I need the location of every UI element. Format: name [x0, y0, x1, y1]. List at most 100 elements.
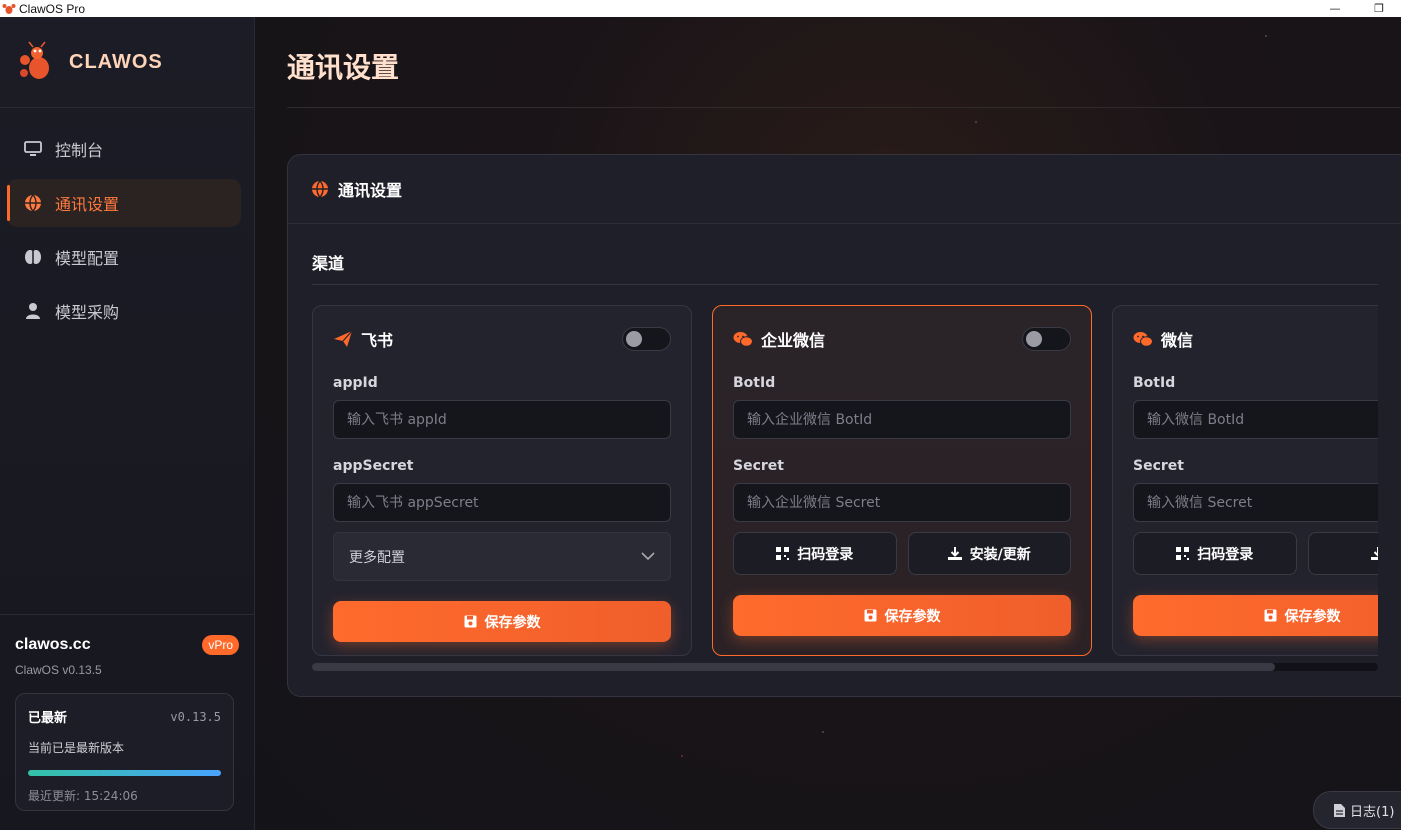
sidebar-item-label: 通讯设置 — [55, 195, 120, 214]
install-update-label: 安装/更新 — [969, 546, 1031, 563]
user-icon — [24, 302, 42, 320]
app-version: ClawOS v0.13.5 — [15, 663, 102, 677]
sidebar-footer: clawos.cc vPro ClawOS v0.13.5 已最新 v0.13.… — [0, 614, 254, 830]
globe-icon — [311, 180, 329, 198]
field-label: appId — [333, 375, 378, 391]
lobster-app-icon — [1, 2, 17, 16]
wecom-secret-input[interactable] — [733, 483, 1071, 522]
divider — [287, 107, 1401, 108]
horizontal-scrollbar[interactable] — [312, 663, 1378, 671]
window-title: ClawOS Pro — [19, 1, 86, 16]
update-progress-bar — [28, 770, 221, 776]
scan-login-label: 扫码登录 — [797, 546, 854, 563]
wechat-icon — [1133, 329, 1153, 349]
more-config-label: 更多配置 — [349, 549, 405, 566]
install-update-button[interactable]: 安 — [1307, 532, 1378, 575]
save-params-label: 保存参数 — [484, 614, 541, 631]
minimize-button[interactable]: — — [1313, 0, 1357, 17]
update-progress-fill — [28, 770, 221, 776]
brand: CLAWOS — [0, 17, 254, 108]
wecom-botid-input[interactable] — [733, 400, 1071, 439]
globe-icon — [24, 194, 42, 212]
sidebar-item-label: 控制台 — [55, 141, 104, 160]
chevron-down-icon — [641, 549, 655, 565]
qr-code-icon — [776, 547, 790, 560]
sidebar-item-model-config[interactable]: 模型配置 — [7, 233, 241, 281]
qr-code-icon — [1176, 547, 1190, 560]
star-decoration — [681, 755, 683, 757]
save-icon — [464, 615, 477, 628]
sidebar-item-console[interactable]: 控制台 — [7, 125, 241, 173]
section-title-channels: 渠道 — [312, 254, 345, 273]
field-label: BotId — [1133, 375, 1176, 391]
window-titlebar: ClawOS Pro — ❐ — [0, 0, 1401, 17]
save-params-label: 保存参数 — [884, 608, 941, 625]
site-domain[interactable]: clawos.cc — [15, 636, 91, 654]
more-config-dropdown[interactable]: 更多配置 — [333, 532, 671, 581]
wechat-botid-input[interactable] — [1133, 400, 1378, 439]
field-label: Secret — [1133, 458, 1184, 474]
lobster-logo-icon — [14, 39, 60, 85]
save-icon — [864, 609, 877, 622]
save-params-button[interactable]: 保存参数 — [733, 595, 1071, 636]
sidebar-item-label: 模型采购 — [55, 303, 120, 322]
feishu-appsecret-input[interactable] — [333, 483, 671, 522]
panel-title: 通讯设置 — [338, 181, 403, 200]
log-button-label: 日志(1) — [1350, 804, 1395, 820]
field-label: appSecret — [333, 458, 414, 474]
main-content: 通讯设置 通讯设置 渠道 飞书 appId 输入飞书 appId appSecr… — [255, 17, 1401, 830]
download-icon — [947, 547, 962, 560]
plan-badge: vPro — [202, 635, 239, 655]
sidebar-item-label: 模型配置 — [55, 249, 120, 268]
toggle-knob — [1026, 331, 1042, 347]
star-decoration — [822, 731, 824, 733]
channel-card-feishu: 飞书 appId appSecret 更多配置 — [312, 305, 692, 656]
save-params-button[interactable]: 保存参数 — [333, 601, 671, 642]
scrollbar-thumb[interactable] — [312, 663, 1275, 671]
star-decoration — [975, 121, 977, 123]
update-version: v0.13.5 — [170, 709, 221, 724]
channel-enable-toggle[interactable] — [1022, 327, 1071, 351]
scan-login-button[interactable]: 扫码登录 — [1133, 532, 1297, 575]
brain-icon — [24, 248, 42, 266]
update-status-card: 已最新 v0.13.5 当前已是最新版本 最近更新: 15:24:06 — [15, 693, 234, 811]
wechat-icon — [733, 329, 753, 349]
star-decoration — [1265, 35, 1267, 37]
wechat-secret-input[interactable] — [1133, 483, 1378, 522]
channel-card-wecom: 企业微信 BotId Secret 扫码登录 — [712, 305, 1092, 656]
update-status: 已最新 — [28, 711, 68, 726]
comm-settings-panel: 通讯设置 渠道 飞书 appId appSecret — [287, 154, 1401, 697]
channel-cards-scroller[interactable]: 飞书 appId appSecret 更多配置 — [312, 305, 1378, 657]
sidebar-nav: 控制台 通讯设置 模型配置 模型采购 — [0, 108, 254, 335]
save-icon — [1264, 609, 1277, 622]
install-update-button[interactable]: 安装/更新 — [907, 532, 1071, 575]
channel-enable-toggle[interactable] — [622, 327, 671, 351]
log-button[interactable]: 日志(1) — [1313, 791, 1401, 829]
save-params-label: 保存参数 — [1284, 608, 1341, 625]
page-title: 通讯设置 — [287, 51, 400, 84]
save-params-button[interactable]: 保存参数 — [1133, 595, 1378, 636]
field-label: BotId — [733, 375, 776, 391]
sidebar: CLAWOS 控制台 通讯设置 模型配置 模型采购 clawos.cc vPro… — [0, 17, 255, 830]
scan-login-label: 扫码登录 — [1197, 546, 1254, 563]
panel-header: 通讯设置 — [288, 155, 1401, 224]
sidebar-item-model-purchase[interactable]: 模型采购 — [7, 287, 241, 335]
file-icon — [1334, 803, 1345, 817]
channel-card-wechat: 微信 BotId Secret 扫码登录 — [1112, 305, 1378, 656]
feishu-appid-input[interactable] — [333, 400, 671, 439]
channel-name: 飞书 — [361, 331, 394, 350]
channel-name: 微信 — [1161, 331, 1194, 350]
divider — [312, 284, 1378, 285]
download-icon — [1371, 547, 1378, 560]
scan-login-button[interactable]: 扫码登录 — [733, 532, 897, 575]
field-label: Secret — [733, 458, 784, 474]
restore-button[interactable]: ❐ — [1357, 0, 1401, 17]
brand-name: CLAWOS — [69, 50, 163, 73]
toggle-knob — [626, 331, 642, 347]
last-update-time: 最近更新: 15:24:06 — [28, 789, 138, 803]
update-message: 当前已是最新版本 — [28, 741, 125, 755]
paper-plane-icon — [333, 329, 353, 349]
monitor-icon — [24, 140, 42, 158]
sidebar-item-comm-settings[interactable]: 通讯设置 — [7, 179, 241, 227]
channel-name: 企业微信 — [761, 331, 826, 350]
